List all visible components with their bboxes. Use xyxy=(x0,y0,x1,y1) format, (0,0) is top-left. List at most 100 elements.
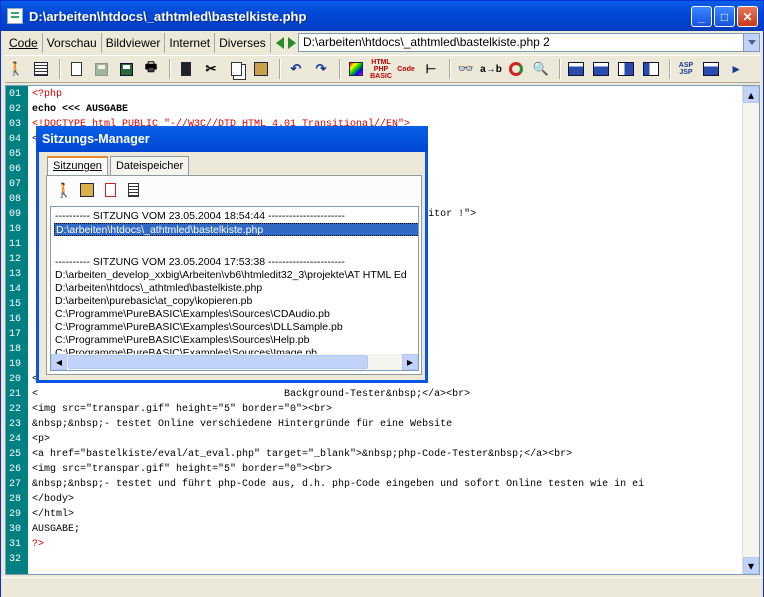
session-file-item[interactable]: C:\Programme\PureBASIC\Examples\Sources\… xyxy=(54,308,418,321)
horizontal-scrollbar[interactable]: ◂ ▸ xyxy=(51,354,418,370)
code-line: ?> xyxy=(32,539,45,550)
line-number-gutter: 01 02 03 04 05 06 07 08 09 10 11 12 13 14 15 16 17 18 19 20… xyxy=(6,86,28,574)
scroll-up-icon[interactable]: ▴ xyxy=(743,86,759,103)
cut-icon[interactable]: ✂ xyxy=(200,58,222,80)
line-number: 13 xyxy=(9,269,22,280)
code-line: </html> xyxy=(32,509,75,520)
nav-code[interactable]: Code xyxy=(5,33,43,53)
run-icon[interactable]: 🚶 xyxy=(5,58,27,80)
window3-icon[interactable] xyxy=(615,58,637,80)
window4-icon[interactable] xyxy=(640,58,662,80)
scroll-thumb[interactable] xyxy=(68,355,368,369)
line-number: 18 xyxy=(9,344,22,355)
code-line: &nbsp;&nbsp;- testet und führt php-Code … xyxy=(32,479,645,490)
session-file-item[interactable]: D:\arbeiten_develop_xxbig\Arbeiten\vb6\h… xyxy=(54,269,418,282)
main-window: D:\arbeiten\htdocs\_athtmled\bastelkiste… xyxy=(0,0,764,597)
line-number: 08 xyxy=(9,194,22,205)
code-line: <?php xyxy=(32,89,63,100)
line-number: 21 xyxy=(9,389,22,400)
line-number: 20 xyxy=(9,374,22,385)
line-number: 01 xyxy=(9,89,22,100)
scroll-right-icon[interactable]: ▸ xyxy=(402,354,418,370)
save-icon[interactable] xyxy=(115,58,137,80)
notes-icon[interactable] xyxy=(124,181,142,199)
binoculars-icon[interactable]: 👓 xyxy=(455,58,477,80)
save-disabled-icon[interactable] xyxy=(90,58,112,80)
color-picker-icon[interactable] xyxy=(345,58,367,80)
session-file-item[interactable]: C:\Programme\PureBASIC\Examples\Sources\… xyxy=(54,321,418,334)
window2-icon[interactable] xyxy=(590,58,612,80)
line-number: 32 xyxy=(9,554,22,565)
code-label: Code xyxy=(397,65,415,73)
window1-icon[interactable] xyxy=(565,58,587,80)
session-header[interactable]: ---------- SITZUNG VOM 23.05.2004 18:54:… xyxy=(54,210,418,223)
list-icon[interactable] xyxy=(30,58,52,80)
line-number: 15 xyxy=(9,299,22,310)
app-icon xyxy=(7,8,23,24)
session-file-item[interactable]: D:\arbeiten\htdocs\_athtmled\bastelkiste… xyxy=(54,282,418,295)
close-button[interactable]: ✕ xyxy=(737,6,758,27)
zoom-icon[interactable]: 🔍 xyxy=(530,58,552,80)
export-icon[interactable] xyxy=(700,58,722,80)
minimize-button[interactable]: _ xyxy=(691,6,712,27)
open-session-icon[interactable]: 🚶 xyxy=(55,181,73,199)
line-number: 04 xyxy=(9,134,22,145)
maximize-button[interactable]: □ xyxy=(714,6,735,27)
undo-icon[interactable]: ↶ xyxy=(285,58,307,80)
line-number: 28 xyxy=(9,494,22,505)
session-list[interactable]: ---------- SITZUNG VOM 23.05.2004 18:54:… xyxy=(50,206,419,371)
redo-icon[interactable]: ↷ xyxy=(310,58,332,80)
vertical-scrollbar[interactable]: ▴ ▾ xyxy=(742,86,759,574)
scroll-left-icon[interactable]: ◂ xyxy=(51,354,67,370)
tab-sitzungen[interactable]: Sitzungen xyxy=(47,156,108,176)
line-number: 26 xyxy=(9,464,22,475)
code-line: </body> xyxy=(32,494,75,505)
print-icon[interactable]: 🖶 xyxy=(140,58,162,80)
replace-icon[interactable]: a→b xyxy=(480,58,502,80)
scroll-down-icon[interactable]: ▾ xyxy=(743,557,759,574)
session-file-item[interactable]: D:\arbeiten\htdocs\_athtmled\bastelkiste… xyxy=(54,223,418,236)
tree-icon[interactable]: ⊢ xyxy=(420,58,442,80)
paste-icon[interactable] xyxy=(250,58,272,80)
copy-icon[interactable] xyxy=(225,58,247,80)
code-icon[interactable]: Code xyxy=(395,58,417,80)
status-bar xyxy=(1,577,763,597)
line-number: 29 xyxy=(9,509,22,520)
code-line: echo <<< AUSGABE xyxy=(32,104,129,115)
code-line: < Background-Tester&nbsp;</a><br> xyxy=(32,389,471,400)
asp-jsp-icon[interactable]: ASP JSP xyxy=(675,58,697,80)
new-file-icon[interactable] xyxy=(65,58,87,80)
code-line: &nbsp;&nbsp;- testet Online verschiedene… xyxy=(32,419,453,430)
line-number: 27 xyxy=(9,479,22,490)
title-bar[interactable]: D:\arbeiten\htdocs\_athtmled\bastelkiste… xyxy=(1,1,763,31)
nav-internet[interactable]: Internet xyxy=(165,33,216,53)
line-number: 11 xyxy=(9,239,22,250)
html-php-basic-icon[interactable]: HTML PHP BASIC xyxy=(370,58,392,80)
session-file-item[interactable]: C:\Programme\PureBASIC\Examples\Sources\… xyxy=(54,334,418,347)
asp-jsp-label: ASP JSP xyxy=(678,62,694,76)
more-icon[interactable]: ▸ xyxy=(725,58,747,80)
session-file-item[interactable] xyxy=(54,243,418,256)
delete-session-icon[interactable] xyxy=(101,181,119,199)
line-number: 06 xyxy=(9,164,22,175)
line-number: 30 xyxy=(9,524,22,535)
chevron-down-icon[interactable] xyxy=(743,34,759,51)
nav-diverses[interactable]: Diverses xyxy=(215,33,271,53)
window-title: D:\arbeiten\htdocs\_athtmled\bastelkiste… xyxy=(29,8,307,24)
nav-bildviewer[interactable]: Bildviewer xyxy=(102,33,166,53)
nav-vorschau[interactable]: Vorschau xyxy=(43,33,102,53)
load-session-icon[interactable] xyxy=(78,181,96,199)
forward-arrow-icon[interactable] xyxy=(287,37,296,49)
line-number: 02 xyxy=(9,104,22,115)
find-icon[interactable] xyxy=(505,58,527,80)
back-arrow-icon[interactable] xyxy=(275,37,284,49)
session-file-item[interactable]: D:\arbeiten\purebasic\at_copy\kopieren.p… xyxy=(54,295,418,308)
format-icon[interactable] xyxy=(175,58,197,80)
tab-dateispeicher[interactable]: Dateispeicher xyxy=(109,156,190,176)
line-number: 07 xyxy=(9,179,22,190)
dialog-title[interactable]: Sitzungs-Manager xyxy=(36,126,428,152)
code-line: <p> xyxy=(32,434,51,445)
sessions-panel: 🚶 ---------- SITZUNG VOM 23.05.2004 18:5… xyxy=(46,175,422,375)
session-header[interactable]: ---------- SITZUNG VOM 23.05.2004 17:53:… xyxy=(54,256,418,269)
path-combo[interactable]: D:\arbeiten\htdocs\_athtmled\bastelkiste… xyxy=(298,33,760,52)
